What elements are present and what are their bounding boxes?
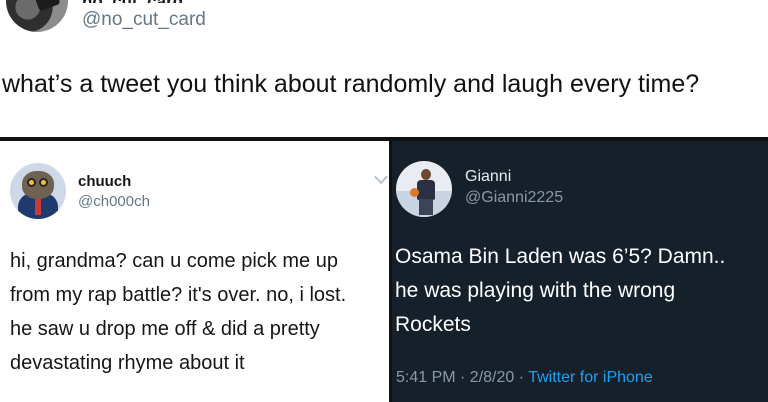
left-tweet: chuuch @ch000ch hi, grandma? can u come … (0, 141, 389, 402)
right-tweet-line: he was playing with the wrong (395, 279, 676, 302)
left-tweet-line: devastating rhyme about it (10, 352, 245, 374)
left-tweet-text: hi, grandma? can u come pick me up from … (10, 244, 389, 380)
right-tweet-handle[interactable]: @Gianni2225 (465, 189, 563, 207)
right-tweet-text: Osama Bin Laden was 6’5? Damn.. he was p… (395, 240, 768, 342)
owl-eye-left (27, 178, 36, 187)
owl-eye-right (39, 178, 48, 187)
top-tweet-name[interactable]: no_cut_card (82, 0, 183, 3)
avatar-player-legs (419, 199, 433, 215)
owl-tie (35, 199, 41, 215)
basketball-icon (410, 188, 419, 197)
top-tweet: no_cut_card @no_cut_card what’s a tweet … (0, 0, 768, 138)
top-tweet-text: what’s a tweet you think about randomly … (2, 70, 700, 98)
right-tweet: Gianni @Gianni2225 Osama Bin Laden was 6… (392, 141, 768, 402)
left-tweet-line: he saw u drop me off & did a pretty (10, 318, 320, 340)
avatar-player-body (417, 180, 435, 200)
tweet-source-link[interactable]: Twitter for iPhone (528, 369, 653, 386)
right-tweet-line: Osama Bin Laden was 6’5? Damn.. (395, 245, 726, 268)
top-tweet-avatar[interactable] (6, 0, 68, 32)
right-tweet-name[interactable]: Gianni (465, 168, 511, 186)
right-tweet-avatar[interactable] (396, 161, 452, 217)
top-tweet-handle[interactable]: @no_cut_card (82, 9, 206, 31)
left-tweet-line: hi, grandma? can u come pick me up (10, 250, 338, 272)
avatar-player-head (421, 169, 431, 180)
tweet-timestamp[interactable]: 5:41 PM · 2/8/20 · (396, 369, 528, 386)
right-tweet-meta: 5:41 PM · 2/8/20 · Twitter for iPhone (396, 369, 653, 387)
left-tweet-name[interactable]: chuuch (78, 173, 131, 190)
right-tweet-line: Rockets (395, 313, 471, 336)
left-tweet-avatar[interactable] (10, 163, 66, 219)
left-tweet-line: from my rap battle? it's over. no, i los… (10, 284, 347, 306)
left-tweet-handle[interactable]: @ch000ch (78, 193, 150, 210)
chevron-down-icon[interactable] (373, 169, 389, 185)
